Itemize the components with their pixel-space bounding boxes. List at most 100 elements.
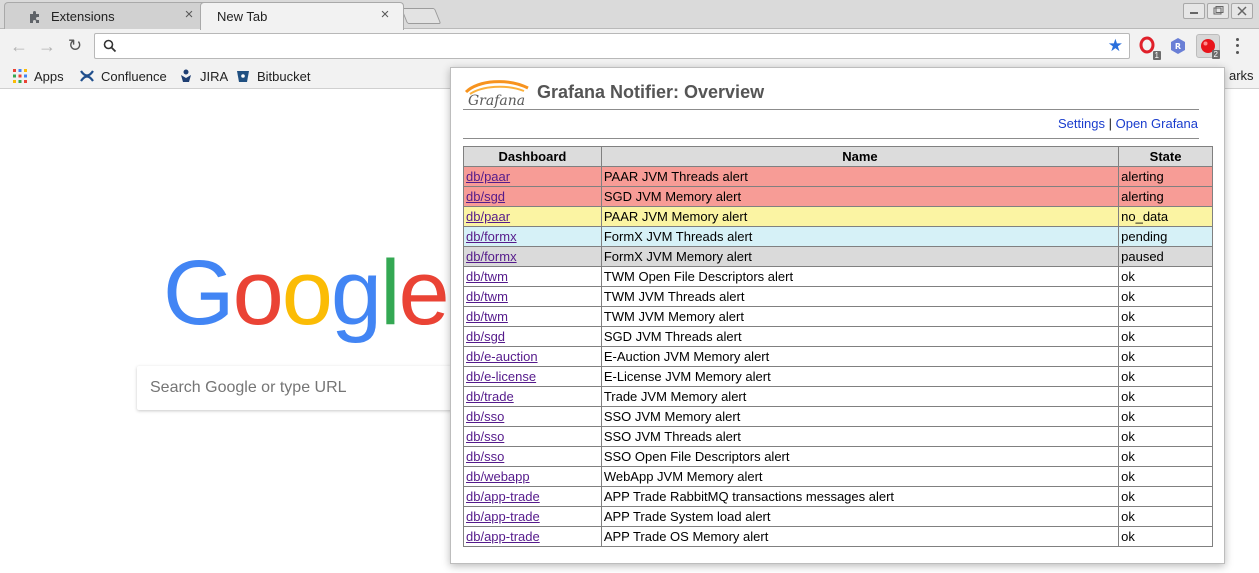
tab-extensions[interactable]: Extensions × [4,2,208,30]
menu-icon[interactable] [1233,36,1241,56]
dashboard-cell: db/sso [463,446,602,467]
close-icon[interactable]: × [377,7,393,23]
alert-state-cell: paused [1118,246,1213,267]
table-row: db/paar PAAR JVM Threads alert alerting [463,166,1213,187]
apps-grid-icon [12,68,28,84]
svg-text:R: R [1175,42,1181,51]
table-row: db/sso SSO JVM Memory alert ok [463,406,1213,427]
close-window-icon[interactable] [1231,3,1253,19]
bookmark-apps[interactable]: Apps [12,67,64,85]
dashboard-link[interactable]: db/twm [466,289,508,304]
alert-state-cell: ok [1118,286,1213,307]
forward-button[interactable]: → [36,35,58,57]
dashboard-cell: db/twm [463,286,602,307]
back-button[interactable]: ← [8,35,30,57]
bookmark-jira[interactable]: JIRA [178,67,228,85]
dashboard-link[interactable]: db/paar [466,209,510,224]
table-row: db/sgd SGD JVM Threads alert ok [463,326,1213,347]
dashboard-link[interactable]: db/app-trade [466,489,540,504]
dashboard-link[interactable]: db/e-license [466,369,536,384]
dashboard-cell: db/sso [463,426,602,447]
close-icon[interactable]: × [181,7,197,23]
dashboard-link[interactable]: db/formx [466,249,517,264]
dashboard-link[interactable]: db/e-auction [466,349,538,364]
table-row: db/app-trade APP Trade System load alert o… [463,506,1213,527]
bookmark-label: Bitbucket [257,68,311,84]
link-separator: | [1108,116,1112,131]
alert-name-cell: SGD JVM Memory alert [600,186,1120,207]
dashboard-link[interactable]: db/sso [466,409,504,424]
dashboard-cell: db/e-license [463,366,602,387]
popup-links: Settings | Open Grafana [1058,116,1198,131]
tab-new-tab[interactable]: New Tab × [200,2,404,30]
opera-icon[interactable]: 1 [1136,34,1161,60]
alert-name-cell: E-Auction JVM Memory alert [600,346,1120,367]
dashboard-link[interactable]: db/app-trade [466,509,540,524]
table-row: db/formx FormX JVM Memory alert paused [463,246,1213,267]
dashboard-cell: db/webapp [463,466,602,487]
tab-title: Extensions [51,9,115,24]
grafana-notifier-icon[interactable]: 2 [1196,34,1220,59]
dashboard-link[interactable]: db/sgd [466,329,505,344]
bookmark-confluence[interactable]: Confluence [79,67,167,85]
alert-state-cell: ok [1118,266,1213,287]
star-bookmark-icon[interactable]: ★ [1108,36,1123,56]
dashboard-link[interactable]: db/sso [466,449,504,464]
popup-title: Grafana Notifier: Overview [537,82,765,102]
svg-text:Grafana: Grafana [468,93,525,108]
puzzle-piece-icon [27,9,43,25]
google-logo: Google [163,242,450,344]
dashboard-cell: db/formx [463,246,602,267]
alert-name-cell: SSO Open File Descriptors alert [600,446,1120,467]
settings-link[interactable]: Settings [1058,116,1105,131]
dashboard-link[interactable]: db/app-trade [466,529,540,544]
other-bookmarks[interactable]: arks [1229,67,1254,85]
dashboard-link[interactable]: db/sso [466,429,504,444]
bitbucket-icon [235,68,251,84]
alert-state-cell: ok [1118,526,1213,547]
table-row: db/sso SSO JVM Threads alert ok [463,426,1213,447]
dashboard-link[interactable]: db/paar [466,169,510,184]
alert-state-cell: alerting [1118,186,1213,207]
table-row: db/e-auction E-Auction JVM Memory alert ok [463,346,1213,367]
reload-button[interactable]: ↻ [64,35,86,57]
alert-state-cell: pending [1118,226,1213,247]
divider [463,138,1199,139]
minimize-icon[interactable] [1183,3,1205,19]
dashboard-cell: db/app-trade [463,486,602,507]
table-row: db/app-trade APP Trade RabbitMQ transacti… [463,486,1213,507]
browser-toolbar: ← → ↻ ★ 1 R 2 [0,29,1259,63]
table-row: db/formx FormX JVM Threads alert pending [463,226,1213,247]
alert-name-cell: Trade JVM Memory alert [600,386,1120,407]
table-row: db/e-license E-License JVM Memory alert ok [463,366,1213,387]
dashboard-link[interactable]: db/trade [466,389,514,404]
open-grafana-link[interactable]: Open Grafana [1116,116,1198,131]
alert-name-cell: APP Trade RabbitMQ transactions messages… [600,486,1120,507]
new-tab-button[interactable] [400,8,442,24]
alert-name-cell: TWM JVM Memory alert [600,306,1120,327]
dashboard-link[interactable]: db/twm [466,269,508,284]
address-bar[interactable]: ★ [94,33,1130,59]
r-extension-icon[interactable]: R [1166,34,1190,58]
google-search-box[interactable]: Search Google or type URL [137,366,497,410]
dashboard-link[interactable]: db/webapp [466,469,530,484]
window-controls [1183,3,1253,19]
alert-state-cell: ok [1118,506,1213,527]
dashboard-link[interactable]: db/sgd [466,189,505,204]
dashboard-link[interactable]: db/formx [466,229,517,244]
search-icon [103,39,117,53]
alert-state-cell: ok [1118,366,1213,387]
table-row: db/trade Trade JVM Memory alert ok [463,386,1213,407]
bookmark-bitbucket[interactable]: Bitbucket [235,67,310,85]
dashboard-cell: db/app-trade [463,526,602,547]
alerts-table: Dashboard Name State db/paar PAAR JVM Thr… [463,146,1213,547]
table-row: db/twm TWM JVM Threads alert ok [463,286,1213,307]
alert-name-cell: TWM Open File Descriptors alert [600,266,1120,287]
dashboard-link[interactable]: db/twm [466,309,508,324]
restore-icon[interactable] [1207,3,1229,19]
dashboard-cell: db/formx [463,226,602,247]
alert-state-cell: ok [1118,306,1213,327]
dashboard-cell: db/app-trade [463,506,602,527]
alert-name-cell: TWM JVM Threads alert [600,286,1120,307]
bookmark-label: JIRA [200,68,229,84]
